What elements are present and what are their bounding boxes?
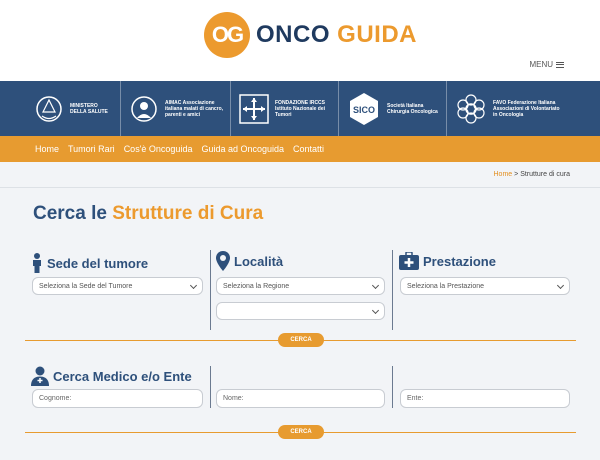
partner-name: MINISTERO DELLA SALUTE — [70, 102, 108, 115]
title-highlight: Strutture di Cura — [112, 203, 264, 224]
medico-heading: Cerca Medico e/o Ente — [31, 366, 192, 386]
partner-name: FONDAZIONE IRCCS Istituto Nazionale dei … — [275, 99, 326, 118]
ente-placeholder: Ente: — [407, 395, 424, 402]
nav-tumori-rari[interactable]: Tumori Rari — [68, 144, 115, 154]
site-logo[interactable]: OG ONCO GUIDA — [204, 12, 417, 58]
chevron-down-icon — [556, 281, 565, 290]
medico-label: Cerca Medico e/o Ente — [53, 368, 192, 384]
doctor-icon — [31, 366, 49, 386]
localita-heading: Località — [216, 251, 283, 271]
partner-ministero[interactable]: MINISTERO DELLA SALUTE — [0, 81, 120, 136]
sico-icon: SICO — [350, 92, 378, 125]
sede-select-value: Seleziona la Sede del Tumore — [39, 282, 133, 290]
sede-select[interactable]: Seleziona la Sede del Tumore — [32, 277, 203, 295]
sede-label: Sede del tumore — [47, 255, 149, 271]
column-divider — [392, 250, 393, 330]
regione-select-value: Seleziona la Regione — [223, 282, 290, 290]
partner-sico[interactable]: SICO Società Italiana Chirurgia Oncologi… — [338, 81, 446, 136]
main-nav: Home Tumori Rari Cos'è Oncoguida Guida a… — [0, 136, 600, 162]
chevron-down-icon — [371, 306, 380, 315]
ente-input[interactable]: Ente: — [400, 389, 570, 408]
breadcrumb-divider — [0, 187, 600, 188]
column-divider — [210, 250, 211, 330]
chevron-down-icon — [371, 281, 380, 290]
cognome-input[interactable]: Cognome: — [32, 389, 203, 408]
prestazione-select[interactable]: Seleziona la Prestazione — [400, 277, 570, 295]
column-divider — [210, 366, 211, 408]
menu-button[interactable]: MENU — [529, 60, 564, 69]
brand-first: ONCO — [256, 21, 330, 48]
partner-favo[interactable]: FAVO Federazione Italiana Associazioni d… — [446, 81, 600, 136]
breadcrumb-home[interactable]: Home — [494, 171, 513, 178]
cerca-medico-button[interactable]: CERCA — [278, 425, 324, 439]
nav-cose-oncoguida[interactable]: Cos'è Oncoguida — [124, 144, 193, 154]
ministry-emblem-icon — [36, 95, 62, 122]
title-prefix: Cerca le — [33, 203, 107, 224]
breadcrumb-separator: > — [514, 171, 519, 178]
map-pin-icon — [216, 251, 230, 271]
chevron-down-icon — [189, 281, 198, 290]
nav-guida[interactable]: Guida ad Oncoguida — [201, 144, 284, 154]
menu-label: MENU — [529, 60, 553, 69]
sede-heading: Sede del tumore — [31, 253, 148, 273]
breadcrumb-current: Strutture di cura — [520, 171, 570, 178]
nome-placeholder: Nome: — [223, 395, 244, 402]
medical-kit-icon — [399, 252, 419, 270]
cerca-strutture-button[interactable]: CERCA — [278, 333, 324, 347]
regione-select[interactable]: Seleziona la Regione — [216, 277, 385, 295]
partner-int[interactable]: FONDAZIONE IRCCS Istituto Nazionale dei … — [230, 81, 338, 136]
partners-bar: MINISTERO DELLA SALUTE AIMAC Associazion… — [0, 81, 600, 136]
prestazione-heading: Prestazione — [399, 252, 496, 270]
column-divider — [392, 366, 393, 408]
partner-name: AIMAC Associazione italiana malati di ca… — [165, 99, 224, 118]
logo-mark-icon: OG — [204, 12, 250, 58]
brand-second: GUIDA — [337, 21, 418, 48]
prestazione-label: Prestazione — [423, 253, 496, 269]
person-icon — [33, 253, 41, 273]
prestazione-select-value: Seleziona la Prestazione — [407, 282, 485, 290]
hamburger-icon — [556, 61, 564, 68]
top-header: OG ONCO GUIDA MENU — [0, 0, 600, 81]
partner-name: Società Italiana Chirurgia Oncologica — [387, 102, 438, 115]
int-arrows-icon — [239, 93, 269, 124]
logo-text: ONCO GUIDA — [256, 21, 417, 49]
cognome-placeholder: Cognome: — [39, 395, 72, 402]
svg-text:SICO: SICO — [353, 105, 375, 115]
aimac-icon — [131, 95, 157, 122]
breadcrumb: Home > Strutture di cura — [494, 171, 571, 178]
page-title: Cerca le Strutture di Cura — [33, 203, 263, 225]
nav-contatti[interactable]: Contatti — [293, 144, 324, 154]
nome-input[interactable]: Nome: — [216, 389, 385, 408]
nav-home[interactable]: Home — [35, 144, 59, 154]
partner-aimac[interactable]: AIMAC Associazione italiana malati di ca… — [120, 81, 230, 136]
provincia-select[interactable] — [216, 302, 385, 320]
favo-icon — [457, 93, 485, 124]
localita-label: Località — [234, 253, 284, 269]
partner-name: FAVO Federazione Italiana Associazioni d… — [493, 99, 560, 118]
